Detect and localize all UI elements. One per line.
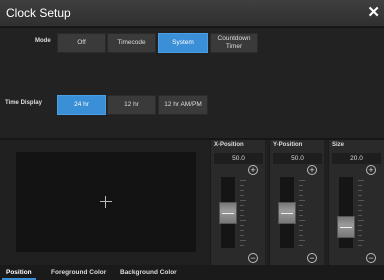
tick-mark	[358, 240, 364, 241]
mode-label: Mode	[35, 38, 51, 44]
tab-foreground-color[interactable]: Foreground Color	[51, 265, 106, 280]
tick-mark	[358, 185, 362, 186]
tick-mark	[299, 230, 303, 231]
tick-mark	[358, 200, 364, 201]
mode-system-button[interactable]: System	[158, 33, 208, 53]
dialog-title: Clock Setup	[6, 6, 71, 20]
x-position-value[interactable]: 50.0	[214, 153, 263, 164]
slider-ticks	[299, 180, 305, 246]
size-thumb[interactable]	[337, 216, 355, 239]
tick-mark	[299, 220, 305, 221]
plus-icon[interactable]: +	[307, 165, 317, 175]
position-panel: X-Position 50.0 + − Y-Position 50.0 + − …	[0, 140, 384, 265]
y-position-thumb[interactable]	[278, 201, 296, 224]
tick-mark	[299, 210, 303, 211]
tab-bar: Position Foreground Color Background Col…	[0, 265, 384, 280]
tick-mark	[240, 240, 246, 241]
minus-icon[interactable]: −	[248, 253, 258, 263]
tick-mark	[358, 230, 362, 231]
slider-ticks	[240, 180, 246, 246]
tick-mark	[358, 210, 362, 211]
tick-mark	[358, 205, 362, 206]
tick-mark	[299, 245, 303, 246]
tick-mark	[358, 235, 362, 236]
tab-position[interactable]: Position	[2, 265, 36, 280]
y-position-value[interactable]: 50.0	[273, 153, 322, 164]
mode-off-button[interactable]: Off	[57, 33, 106, 53]
tick-mark	[240, 185, 244, 186]
tick-mark	[240, 230, 244, 231]
tick-mark	[240, 205, 244, 206]
tick-mark	[299, 180, 305, 181]
tick-mark	[358, 180, 364, 181]
tick-mark	[299, 225, 303, 226]
tick-mark	[240, 245, 244, 246]
tick-mark	[240, 195, 244, 196]
position-preview[interactable]	[16, 152, 196, 252]
y-position-slider-panel: Y-Position 50.0 + −	[269, 140, 324, 265]
tick-mark	[299, 240, 305, 241]
tick-mark	[299, 235, 303, 236]
tick-mark	[240, 180, 246, 181]
tick-mark	[299, 195, 303, 196]
tick-mark	[240, 225, 244, 226]
x-position-title: X-Position	[214, 142, 244, 148]
plus-icon[interactable]: +	[248, 165, 258, 175]
size-title: Size	[332, 142, 345, 148]
tick-mark	[358, 245, 362, 246]
tick-mark	[240, 220, 246, 221]
mode-countdown-timer-button[interactable]: Countdown Timer	[210, 33, 258, 53]
x-position-thumb[interactable]	[219, 201, 237, 224]
dialog-header: Clock Setup ✕	[0, 0, 384, 27]
crosshair-icon	[100, 196, 112, 208]
tick-mark	[299, 190, 303, 191]
slider-ticks	[358, 180, 364, 246]
tick-mark	[358, 190, 362, 191]
tick-mark	[299, 185, 303, 186]
tick-mark	[358, 215, 362, 216]
minus-icon[interactable]: −	[366, 253, 376, 263]
tick-mark	[299, 205, 303, 206]
tick-mark	[358, 220, 364, 221]
close-icon[interactable]: ✕	[367, 3, 380, 21]
tick-mark	[358, 225, 362, 226]
size-value[interactable]: 20.0	[332, 153, 381, 164]
tick-mark	[240, 215, 244, 216]
y-position-title: Y-Position	[273, 142, 303, 148]
tick-mark	[240, 190, 244, 191]
x-position-slider-panel: X-Position 50.0 + −	[210, 140, 265, 265]
tab-background-color[interactable]: Background Color	[120, 265, 177, 280]
minus-icon[interactable]: −	[307, 253, 317, 263]
settings-area: Mode Off Timecode System Countdown Timer…	[0, 28, 384, 138]
time-display-12hr-ampm-button[interactable]: 12 hr AM/PM	[158, 95, 208, 115]
plus-icon[interactable]: +	[366, 165, 376, 175]
tick-mark	[240, 210, 244, 211]
time-display-12hr-button[interactable]: 12 hr	[107, 95, 156, 115]
tick-mark	[240, 235, 244, 236]
time-display-label: Time Display	[5, 100, 42, 106]
tick-mark	[240, 200, 246, 201]
tick-mark	[299, 215, 303, 216]
mode-timecode-button[interactable]: Timecode	[107, 33, 156, 53]
size-slider-panel: Size 20.0 + −	[328, 140, 384, 265]
tick-mark	[299, 200, 305, 201]
time-display-24hr-button[interactable]: 24 hr	[57, 95, 106, 115]
tick-mark	[358, 195, 362, 196]
